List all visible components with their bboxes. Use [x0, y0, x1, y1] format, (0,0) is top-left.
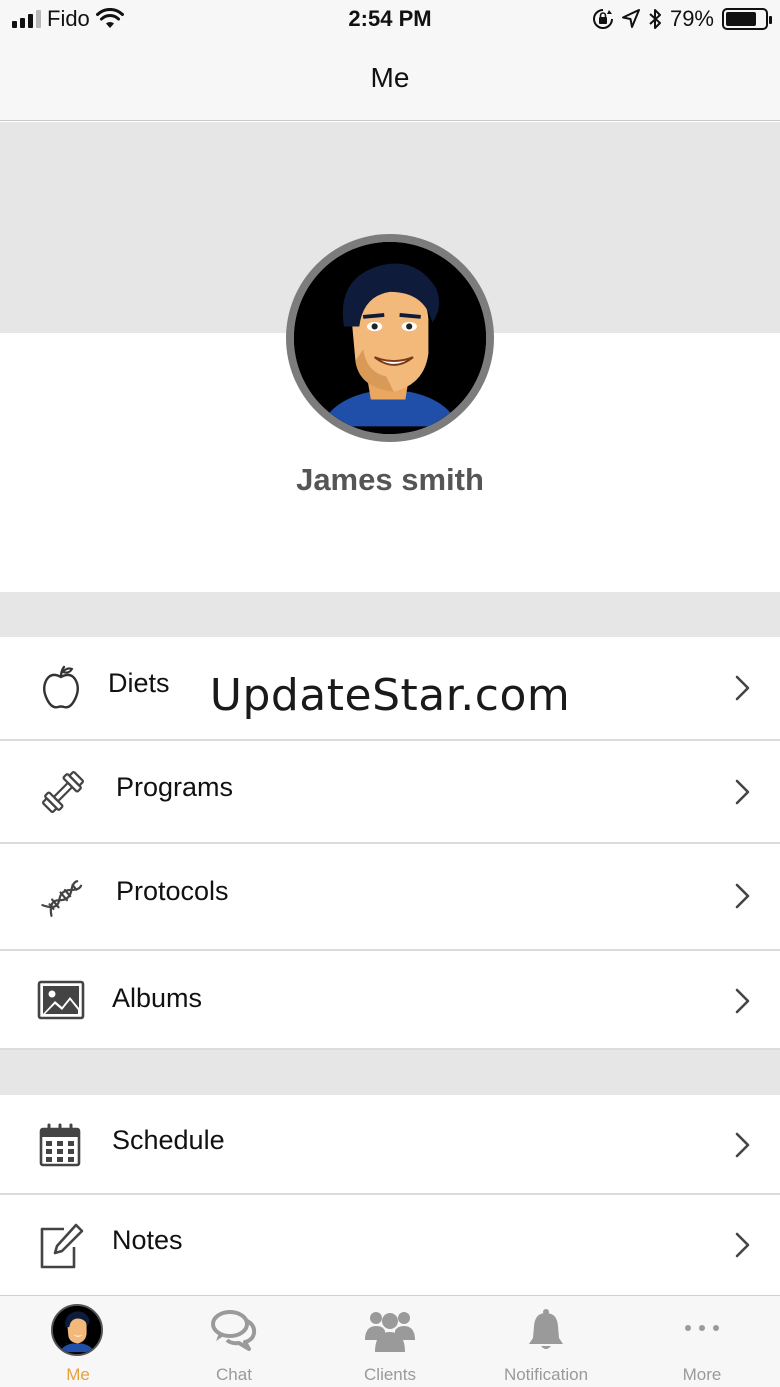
status-bar: Fido 2:54 PM 79%	[0, 0, 780, 40]
chat-bubbles-icon	[207, 1304, 261, 1358]
tab-notification[interactable]: Notification	[468, 1296, 624, 1387]
navigation-bar: Me	[0, 40, 780, 121]
profile-avatar[interactable]	[286, 234, 494, 442]
dumbbell-icon	[38, 767, 88, 817]
ellipsis-icon	[675, 1304, 729, 1358]
section-divider	[0, 592, 780, 637]
calendar-icon	[36, 1121, 86, 1171]
profile-name: James smith	[296, 462, 484, 497]
avatar-icon	[51, 1304, 105, 1358]
chevron-right-icon	[734, 1131, 752, 1159]
tab-label: More	[682, 1365, 722, 1384]
tab-label: Notification	[503, 1365, 589, 1384]
menu-label-notes: Notes	[112, 1225, 183, 1255]
tab-chat[interactable]: Chat	[156, 1296, 312, 1387]
group-icon	[363, 1304, 417, 1358]
menu-item-protocols[interactable]: Protocols	[0, 844, 780, 951]
edit-note-icon	[36, 1221, 86, 1271]
menu-item-programs[interactable]: Programs	[0, 741, 780, 844]
orientation-lock-icon	[592, 8, 614, 30]
menu-item-albums[interactable]: Albums	[0, 951, 780, 1050]
tab-clients[interactable]: Clients	[312, 1296, 468, 1387]
chevron-right-icon	[734, 1231, 752, 1259]
menu-label-schedule: Schedule	[112, 1125, 225, 1155]
avatar-image	[294, 242, 486, 434]
chevron-right-icon	[734, 778, 752, 806]
chevron-right-icon	[734, 882, 752, 910]
tab-label: Chat	[216, 1365, 252, 1384]
status-right: 79%	[592, 6, 772, 32]
tab-more[interactable]: More	[624, 1296, 780, 1387]
menu-label-protocols: Protocols	[116, 876, 229, 906]
tab-label: Clients	[364, 1365, 416, 1384]
menu-label-albums: Albums	[112, 983, 203, 1013]
tab-bar: Me Chat Clients Notification More	[0, 1295, 780, 1387]
tab-label: Me	[66, 1365, 90, 1384]
menu-label-programs: Programs	[116, 772, 234, 802]
battery-percent: 79%	[669, 6, 714, 31]
tab-me[interactable]: Me	[0, 1296, 156, 1387]
image-icon	[36, 975, 86, 1025]
menu-item-schedule[interactable]: Schedule	[0, 1095, 780, 1195]
watermark-text: UpdateStar.com	[209, 670, 571, 721]
menu-item-notes[interactable]: Notes	[0, 1195, 780, 1295]
location-icon	[621, 9, 640, 29]
dna-icon	[38, 872, 88, 922]
section-divider	[0, 1050, 780, 1095]
page-title: Me	[370, 62, 410, 93]
battery-level	[726, 12, 757, 26]
battery-icon	[722, 8, 772, 30]
bell-icon	[519, 1304, 573, 1358]
bluetooth-icon	[648, 8, 662, 30]
chevron-right-icon	[734, 987, 752, 1015]
